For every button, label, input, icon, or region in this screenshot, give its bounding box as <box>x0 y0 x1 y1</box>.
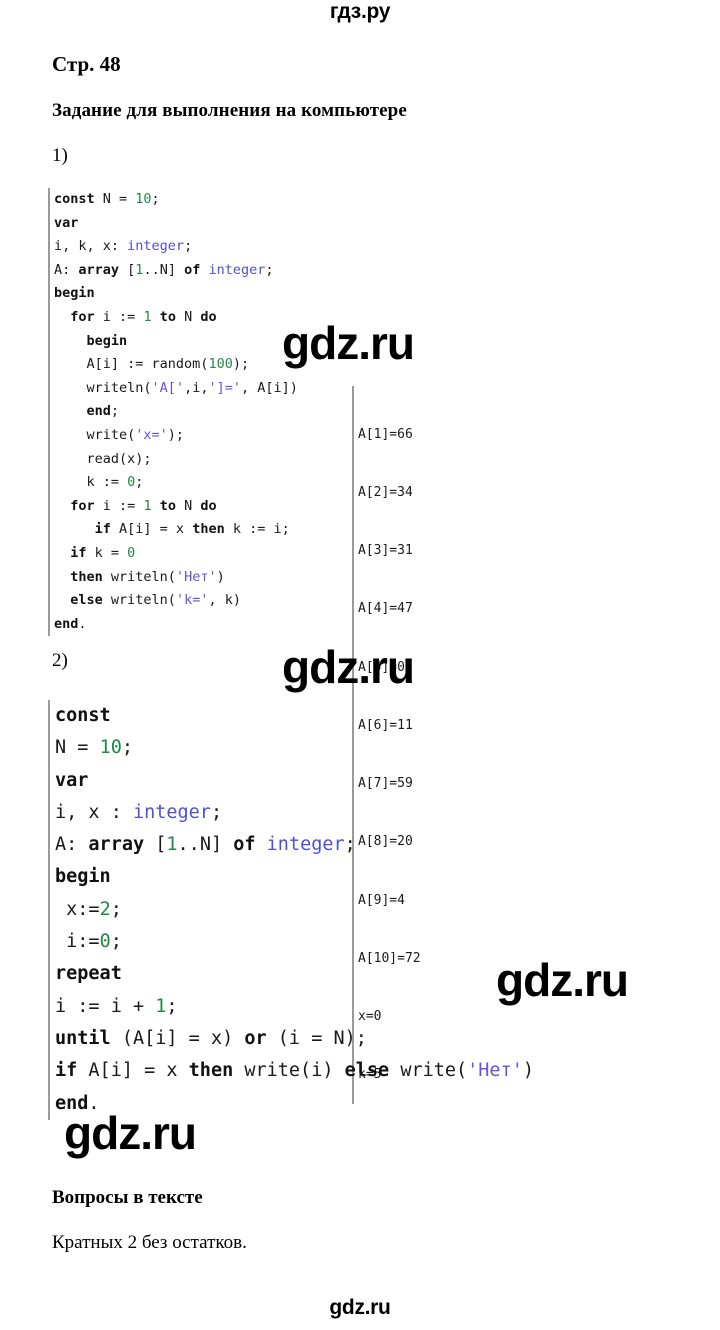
output-line: A[3]=31 <box>358 543 413 559</box>
code-line: end; <box>86 403 120 420</box>
code-line: writeln('A[',i,']=', A[i]) <box>54 379 298 396</box>
code-line: N = 10; <box>55 737 133 759</box>
code-line: x:=2; <box>55 898 122 920</box>
code-line: begin <box>55 866 111 888</box>
code-line: end. <box>55 1092 100 1114</box>
code-line: const N = 10; <box>54 191 160 207</box>
site-watermark-top: гдз.ру <box>329 0 391 23</box>
code-line: const <box>55 705 111 726</box>
section-heading: Задание для выполнения на компьютере <box>52 100 407 121</box>
code-line: if A[i] = x then k := i; <box>94 521 290 538</box>
item-number-2: 2) <box>52 650 68 671</box>
code-line: end. <box>54 615 87 632</box>
code-line: i := i + 1; <box>55 995 178 1017</box>
code-line: var <box>55 769 89 791</box>
code-line: else writeln('k=', k) <box>70 592 241 609</box>
code-line: A[i] := random(100); <box>54 356 250 373</box>
item-number-1: 1) <box>52 145 68 166</box>
code-line: repeat <box>55 963 122 985</box>
output-line: A[5]=0 <box>358 659 405 675</box>
questions-answer: Кратных 2 без остатков. <box>52 1232 247 1253</box>
output-line: A[1]=66 <box>358 426 413 442</box>
output-line: A[2]=34 <box>358 485 413 501</box>
code-line: until (A[i] = x) or (i = N); <box>55 1027 367 1049</box>
code-line: A: array [1..N] of integer; <box>54 261 274 278</box>
code-line: then writeln('Нет') <box>70 568 225 585</box>
questions-heading: Вопросы в тексте <box>52 1187 203 1208</box>
output-line: A[4]=47 <box>358 601 413 617</box>
code-line: begin <box>86 332 128 349</box>
code-block-1: const N = 10; var i, k, x: integer; A: arra… <box>48 188 298 637</box>
code-line: write('x='); <box>54 426 185 443</box>
code-line: for i := 1 to N do <box>70 308 217 325</box>
code-line: begin <box>54 285 95 302</box>
code-line: if A[i] = x then write(i) else write('Не… <box>55 1060 534 1082</box>
code-line: read(x); <box>54 450 152 467</box>
code-line: A: array [1..N] of integer; <box>55 834 356 856</box>
site-watermark-bottom: gdz.ru <box>329 1296 391 1319</box>
code-line: i, k, x: integer; <box>54 238 193 255</box>
site-watermark: gdz.ru <box>282 317 415 369</box>
code-line: if k = 0 <box>70 544 136 561</box>
code-line: var <box>54 214 79 231</box>
code-line: i, x : integer; <box>55 801 223 823</box>
code-line: k := 0; <box>54 474 144 491</box>
code-line: for i := 1 to N do <box>70 497 217 514</box>
code-block-2: const N = 10; var i, x : integer; A: array [… <box>48 700 534 1120</box>
page-title: Стр. 48 <box>52 52 121 76</box>
code-line: i:=0; <box>55 931 122 953</box>
